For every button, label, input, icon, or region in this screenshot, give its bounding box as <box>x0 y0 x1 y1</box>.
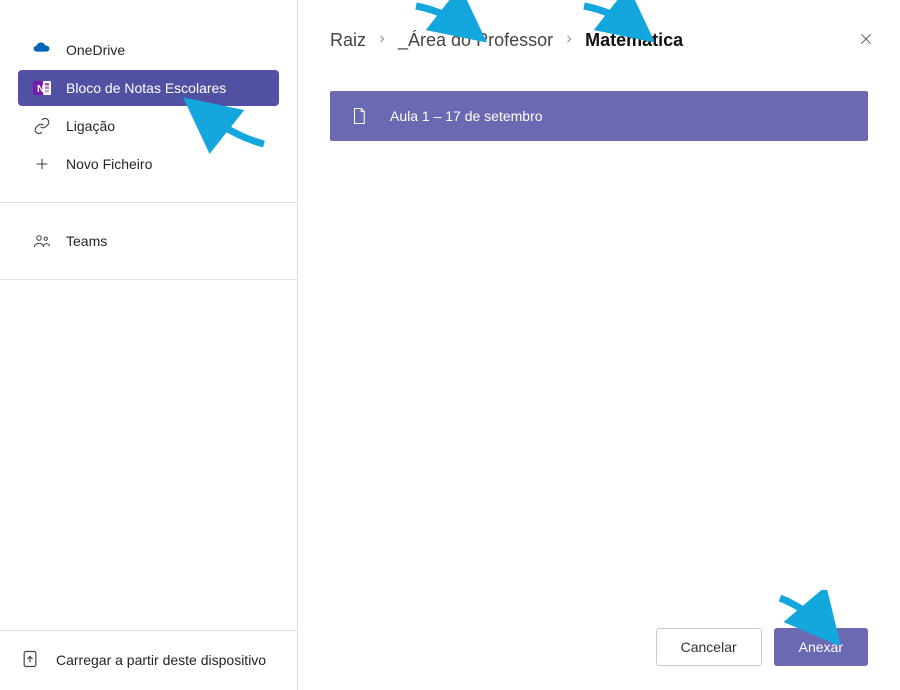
sidebar-item-link[interactable]: Ligação <box>18 108 279 144</box>
sidebar-item-label: Bloco de Notas Escolares <box>66 80 226 96</box>
sidebar-item-teams[interactable]: Teams <box>18 223 279 259</box>
sidebar-item-label: Teams <box>66 233 107 249</box>
sidebar: OneDrive N Bloco de Notas Escolares <box>0 0 298 690</box>
attach-button[interactable]: Anexar <box>774 628 868 666</box>
breadcrumb-current: Matemática <box>585 30 683 51</box>
main-panel: Raiz _Área do Professor Matemática Aula … <box>298 0 900 690</box>
plus-icon <box>32 154 52 174</box>
chevron-right-icon <box>563 32 575 50</box>
dialog-footer: Cancelar Anexar <box>330 608 868 666</box>
breadcrumb-root[interactable]: Raiz <box>330 30 366 51</box>
teams-icon <box>32 231 52 251</box>
upload-from-device[interactable]: Carregar a partir deste dispositivo <box>0 630 297 690</box>
cancel-button[interactable]: Cancelar <box>656 628 762 666</box>
onedrive-icon <box>32 40 52 60</box>
chevron-right-icon <box>376 32 388 50</box>
breadcrumb-teacher-area[interactable]: _Área do Professor <box>398 30 553 51</box>
sidebar-item-new-file[interactable]: Novo Ficheiro <box>18 146 279 182</box>
sidebar-item-onedrive[interactable]: OneDrive <box>18 32 279 68</box>
upload-icon <box>20 649 40 672</box>
sidebar-section-teams: Teams <box>0 203 297 280</box>
sidebar-item-label: Novo Ficheiro <box>66 156 152 172</box>
page-icon <box>350 105 368 127</box>
upload-label: Carregar a partir deste dispositivo <box>56 651 266 669</box>
sidebar-item-label: Ligação <box>66 118 115 134</box>
file-name: Aula 1 – 17 de setembro <box>390 108 543 124</box>
close-icon <box>859 32 873 49</box>
file-list: Aula 1 – 17 de setembro <box>330 91 868 141</box>
svg-text:N: N <box>37 84 44 95</box>
file-row[interactable]: Aula 1 – 17 de setembro <box>330 91 868 141</box>
link-icon <box>32 116 52 136</box>
onenote-icon: N <box>32 78 52 98</box>
sidebar-item-label: OneDrive <box>66 42 125 58</box>
close-button[interactable] <box>854 28 878 52</box>
breadcrumb: Raiz _Área do Professor Matemática <box>330 30 868 51</box>
sidebar-section-sources: OneDrive N Bloco de Notas Escolares <box>0 30 297 203</box>
sidebar-item-class-notebook[interactable]: N Bloco de Notas Escolares <box>18 70 279 106</box>
